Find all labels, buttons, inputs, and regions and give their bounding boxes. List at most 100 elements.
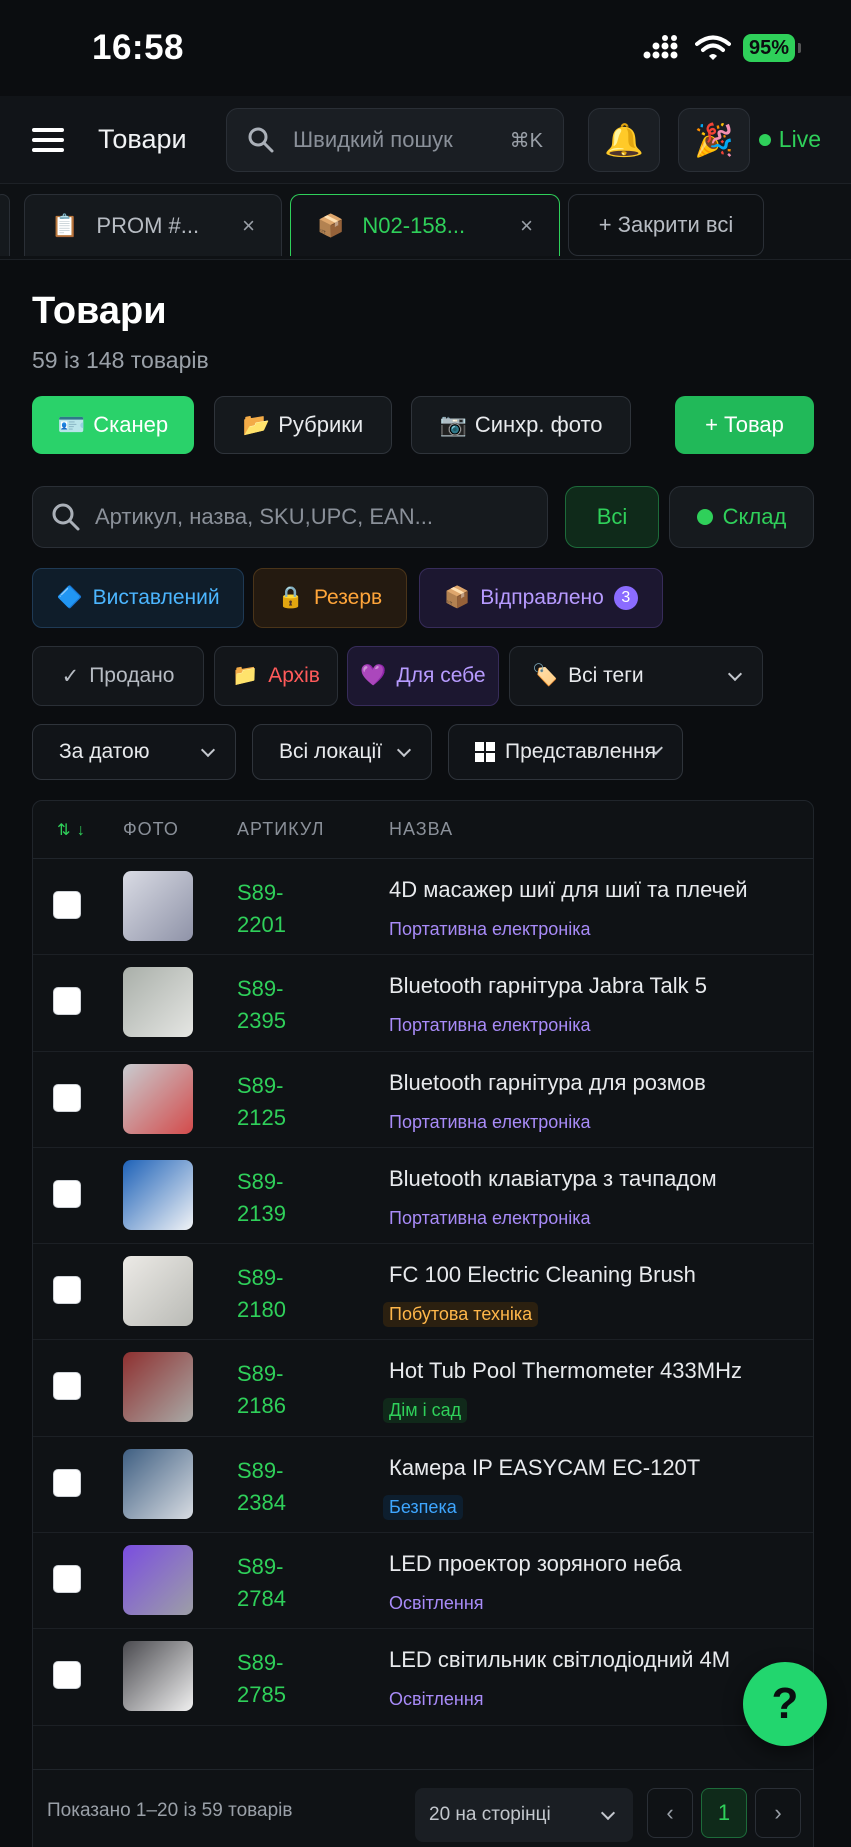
tab-overflow[interactable]: [0, 194, 10, 256]
table-row[interactable]: S89-2785 LED світильник світлодіодний 4M О…: [33, 1629, 813, 1726]
product-sku[interactable]: S89-2125: [237, 1070, 317, 1134]
close-icon[interactable]: ×: [242, 213, 255, 239]
row-checkbox[interactable]: [53, 1468, 81, 1497]
product-sku[interactable]: S89-2201: [237, 877, 317, 941]
search-icon: [52, 503, 80, 531]
prev-page-button[interactable]: ‹: [647, 1788, 693, 1838]
product-sku[interactable]: S89-2186: [237, 1358, 317, 1422]
menu-icon[interactable]: [32, 127, 64, 152]
table-row[interactable]: S89-2180 FC 100 Electric Cleaning Brush По…: [33, 1244, 813, 1341]
product-category: Портативна електроніка: [389, 919, 591, 939]
product-thumbnail[interactable]: [123, 1448, 193, 1519]
product-name[interactable]: Bluetooth гарнітура Jabra Talk 5: [389, 973, 707, 999]
dropdowns-row: За датою Всі локації Представлення: [32, 724, 819, 780]
row-checkbox[interactable]: [53, 1661, 81, 1690]
product-search-input[interactable]: Артикул, назва, SKU,UPC, EAN...: [32, 486, 548, 548]
clock: 16:58: [92, 28, 185, 67]
product-sku[interactable]: S89-2139: [237, 1166, 317, 1230]
sort-icon[interactable]: ⇅ ↓: [57, 820, 86, 840]
tab-product[interactable]: 📦 N02-158... ×: [290, 194, 560, 256]
product-name[interactable]: FC 100 Electric Cleaning Brush: [389, 1262, 696, 1288]
table-row[interactable]: S89-2139 Bluetooth клавіатура з тачпадом П…: [33, 1148, 813, 1245]
date-sort-dropdown[interactable]: За датою: [32, 724, 236, 780]
chip-archive[interactable]: 📁 Архів: [214, 646, 338, 706]
product-name[interactable]: Bluetooth клавіатура з тачпадом: [389, 1166, 717, 1192]
product-category: Портативна електроніка: [389, 1015, 591, 1036]
heart-icon: 💜: [360, 664, 387, 687]
row-checkbox[interactable]: [53, 1565, 81, 1594]
folder-icon: 📂: [242, 412, 271, 437]
sync-photo-button[interactable]: 📷 Синхр. фото: [411, 396, 631, 454]
celebration-button[interactable]: 🎉: [678, 108, 750, 172]
view-dropdown[interactable]: Представлення: [448, 724, 683, 780]
folder-icon: 📁: [232, 664, 259, 687]
page-title: Товари: [32, 290, 167, 332]
clipboard-icon: 📋: [51, 212, 79, 238]
product-thumbnail[interactable]: [123, 1352, 193, 1423]
notifications-button[interactable]: 🔔: [588, 108, 660, 172]
chip-listed[interactable]: 🔷 Виставлений: [32, 568, 244, 628]
chip-reserved[interactable]: 🔒 Резерв: [253, 568, 407, 628]
scanner-button[interactable]: 🪪 Сканер: [32, 396, 194, 454]
chip-sold[interactable]: ✓ Продано: [32, 646, 204, 706]
product-thumbnail[interactable]: [123, 871, 193, 941]
product-thumbnail[interactable]: [123, 1159, 193, 1230]
help-button[interactable]: ?: [743, 1662, 827, 1746]
table-row[interactable]: S89-2395 Bluetooth гарнітура Jabra Talk 5…: [33, 955, 813, 1052]
table-row[interactable]: S89-2125 Bluetooth гарнітура для розмов По…: [33, 1052, 813, 1148]
product-name[interactable]: LED світильник світлодіодний 4M: [389, 1647, 730, 1673]
column-photo[interactable]: ФОТО: [123, 819, 179, 840]
close-all-tabs-button[interactable]: + Закрити всі: [568, 194, 764, 256]
row-checkbox[interactable]: [53, 1083, 81, 1112]
table-row[interactable]: S89-2384 Камера IP EASYCAM EC-120T Безпека: [33, 1437, 813, 1534]
product-sku[interactable]: S89-2784: [237, 1551, 317, 1615]
location-dropdown[interactable]: Всі локації: [252, 724, 432, 780]
row-checkbox[interactable]: [53, 1276, 81, 1305]
row-checkbox[interactable]: [53, 1372, 81, 1401]
next-page-button[interactable]: ›: [755, 1788, 801, 1838]
product-name[interactable]: LED проектор зоряного неба: [389, 1551, 682, 1577]
product-sku[interactable]: S89-2180: [237, 1262, 317, 1326]
product-name[interactable]: Bluetooth гарнітура для розмов: [389, 1070, 706, 1096]
table-header: ⇅ ↓ ФОТО АРТИКУЛ НАЗВА: [33, 801, 813, 859]
product-sku[interactable]: S89-2384: [237, 1455, 317, 1519]
row-checkbox[interactable]: [53, 1179, 81, 1208]
diamond-icon: 🔷: [56, 586, 83, 609]
filter-stock-button[interactable]: Склад: [669, 486, 814, 548]
all-tags-dropdown[interactable]: 🏷️ Всі теги: [509, 646, 763, 706]
product-thumbnail[interactable]: [123, 1545, 193, 1616]
barcode-icon: 🪪: [57, 412, 86, 437]
camera-icon: 📷: [439, 412, 467, 437]
product-category: Портативна електроніка: [389, 1207, 591, 1228]
product-name[interactable]: Hot Tub Pool Thermometer 433MHz: [389, 1358, 742, 1384]
product-thumbnail[interactable]: [123, 1256, 193, 1327]
filter-all-button[interactable]: Всі: [565, 486, 659, 548]
per-page-dropdown[interactable]: 20 на сторінці: [415, 1788, 633, 1842]
quick-search-input[interactable]: Швидкий пошук ⌘K: [226, 108, 564, 172]
column-name[interactable]: НАЗВА: [389, 819, 453, 840]
table-row[interactable]: S89-2186 Hot Tub Pool Thermometer 433MHz Д…: [33, 1340, 813, 1437]
categories-button[interactable]: 📂 Рубрики: [214, 396, 392, 454]
tab-prom[interactable]: 📋 PROM #... ×: [24, 194, 282, 256]
system-icons: 95%: [643, 34, 802, 62]
row-checkbox[interactable]: [53, 891, 81, 919]
product-sku[interactable]: S89-2785: [237, 1647, 317, 1711]
product-name[interactable]: 4D масажер шиї для шиї та плечей: [389, 877, 748, 903]
product-name[interactable]: Камера IP EASYCAM EC-120T: [389, 1455, 700, 1481]
product-sku[interactable]: S89-2395: [237, 973, 317, 1037]
chip-for-self[interactable]: 💜 Для себе: [347, 646, 499, 706]
table-row[interactable]: S89-2201 4D масажер шиї для шиї та плечей…: [33, 859, 813, 956]
page-1-button[interactable]: 1: [701, 1788, 747, 1838]
product-thumbnail[interactable]: [123, 967, 193, 1038]
product-thumbnail[interactable]: [123, 1063, 193, 1134]
close-icon[interactable]: ×: [520, 213, 533, 239]
column-sku[interactable]: АРТИКУЛ: [237, 819, 324, 840]
status-bar: 16:58 95%: [0, 0, 851, 96]
row-checkbox[interactable]: [53, 987, 81, 1016]
table-row[interactable]: S89-2784 LED проектор зоряного неба Освітл…: [33, 1533, 813, 1630]
chip-shipped[interactable]: 📦 Відправлено 3: [419, 568, 663, 628]
add-product-button[interactable]: + Товар: [675, 396, 814, 454]
wifi-icon: [694, 35, 731, 60]
chevron-left-icon: ‹: [666, 1800, 674, 1825]
product-thumbnail[interactable]: [123, 1641, 193, 1712]
